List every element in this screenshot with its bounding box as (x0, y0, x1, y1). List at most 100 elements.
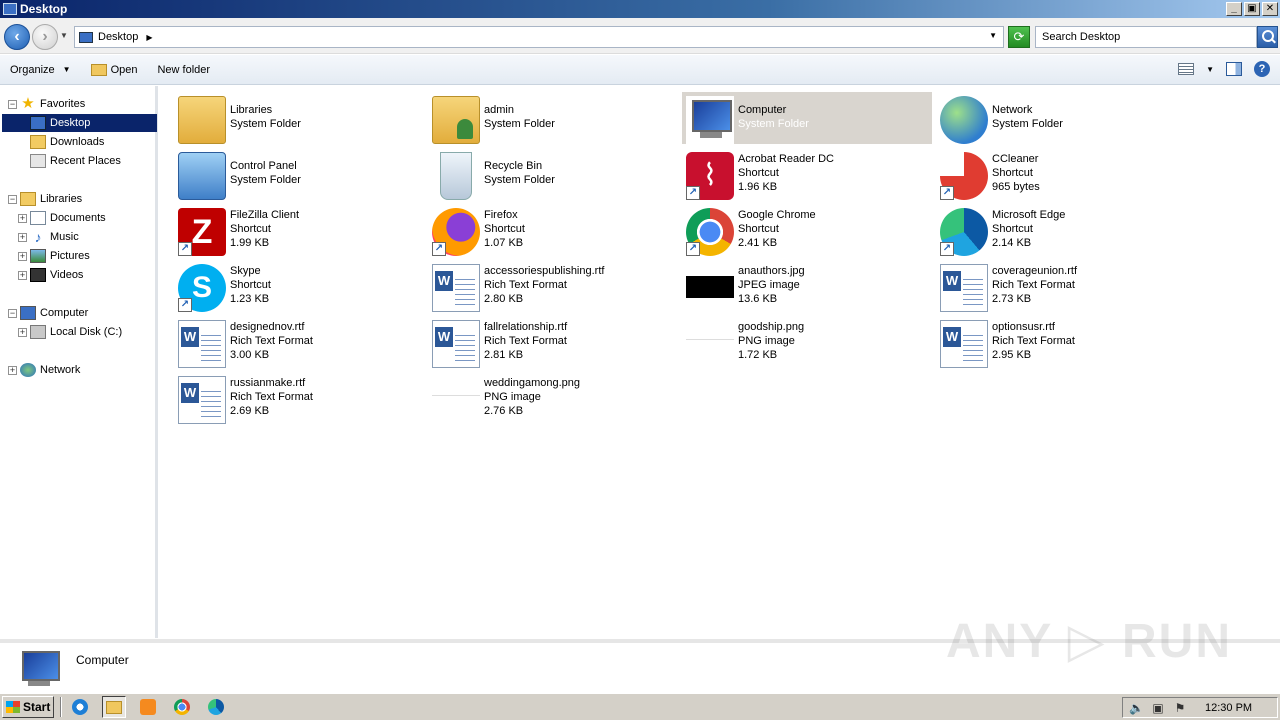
item-name: CCleaner (992, 153, 1039, 165)
list-item[interactable]: weddingamong.png PNG image 2.76 KB (428, 372, 678, 424)
list-item-selected[interactable]: Computer System Folder (682, 92, 932, 144)
help-icon[interactable]: ? (1254, 61, 1270, 77)
nav-local-disk[interactable]: Local Disk (C:) (30, 323, 122, 341)
nav-downloads[interactable]: Downloads (30, 133, 104, 151)
nav-network[interactable]: Network (20, 361, 80, 379)
nav-computer[interactable]: Computer (20, 304, 88, 322)
list-item[interactable]: fallrelationship.rtf Rich Text Format 2.81… (428, 316, 678, 368)
item-name: goodship.png (738, 321, 805, 333)
breadcrumb-desktop[interactable]: Desktop (98, 31, 138, 43)
music-expand-icon[interactable]: + (18, 233, 27, 242)
list-item[interactable]: ↗ Firefox Shortcut 1.07 KB (428, 204, 678, 256)
list-item[interactable]: admin System Folder (428, 92, 678, 144)
item-type: PNG image (738, 335, 795, 347)
shortcut-arrow-icon: ↗ (686, 242, 700, 256)
libraries-collapse-icon[interactable]: − (8, 195, 17, 204)
change-view-icon[interactable] (1178, 63, 1195, 75)
documents-expand-icon[interactable]: + (18, 214, 27, 223)
nav-recent-places-label: Recent Places (50, 155, 121, 167)
organize-button[interactable]: Organize ▼ (0, 55, 81, 85)
action-center-flag-icon[interactable]: ⚑ (1173, 701, 1187, 715)
nav-documents-label: Documents (50, 212, 106, 224)
nav-pictures[interactable]: Pictures (30, 247, 90, 265)
back-button[interactable]: ‹ (4, 24, 30, 50)
videos-expand-icon[interactable]: + (18, 271, 27, 280)
item-type: System Folder (484, 118, 555, 130)
skype-icon: S ↗ (178, 264, 226, 312)
local-disk-expand-icon[interactable]: + (18, 328, 27, 337)
item-type: Shortcut (992, 223, 1033, 235)
computer-icon (20, 306, 36, 320)
recent-pages-dropdown-icon[interactable]: ▼ (60, 31, 68, 40)
list-item[interactable]: coverageunion.rtf Rich Text Format 2.73 KB (936, 260, 1186, 312)
taskbar-explorer[interactable] (102, 696, 126, 718)
taskbar-internet-explorer[interactable] (68, 696, 92, 718)
list-item[interactable]: Recycle Bin System Folder (428, 148, 678, 200)
taskbar-edge[interactable] (204, 696, 228, 718)
refresh-button[interactable]: ⟳ (1008, 26, 1030, 48)
window-title: Desktop (20, 2, 68, 16)
nav-libraries-label: Libraries (40, 193, 83, 205)
item-name: russianmake.rtf (230, 377, 306, 389)
list-item[interactable]: designednov.rtf Rich Text Format 3.00 KB (174, 316, 424, 368)
nav-music[interactable]: ♪ Music (30, 228, 79, 246)
nav-videos[interactable]: Videos (30, 266, 83, 284)
nav-documents[interactable]: Documents (30, 209, 106, 227)
clock[interactable]: 12:30 PM (1205, 702, 1252, 714)
taskbar-chrome[interactable] (170, 696, 194, 718)
list-item[interactable]: Network System Folder (936, 92, 1186, 144)
address-history-dropdown-icon[interactable]: ▼ (989, 31, 997, 40)
list-item[interactable]: S ↗ Skype Shortcut 1.23 KB (174, 260, 424, 312)
preview-pane-icon[interactable] (1226, 62, 1242, 76)
start-button[interactable]: Start (2, 696, 54, 718)
list-item[interactable]: ↗ Acrobat Reader DC Shortcut 1.96 KB (682, 148, 932, 200)
list-item[interactable]: accessoriespublishing.rtf Rich Text Forma… (428, 260, 678, 312)
item-type: System Folder (230, 174, 301, 186)
forward-button[interactable]: › (32, 24, 58, 50)
address-toolbar: ‹ › ▼ Desktop ▶ ▼ ⟳ Search Desktop (0, 18, 1280, 54)
list-item[interactable]: ↗ Google Chrome Shortcut 2.41 KB (682, 204, 932, 256)
maximize-button[interactable]: ▣ (1244, 2, 1260, 16)
item-name: coverageunion.rtf (992, 265, 1077, 277)
view-options-chevron-icon[interactable]: ▼ (1206, 65, 1214, 74)
item-name: Firefox (484, 209, 518, 221)
nav-recent-places[interactable]: Recent Places (30, 152, 121, 170)
item-type: Shortcut (738, 167, 779, 179)
list-item[interactable]: goodship.png PNG image 1.72 KB (682, 316, 932, 368)
close-button[interactable]: ✕ (1262, 2, 1278, 16)
open-button[interactable]: Open (81, 55, 148, 85)
nav-libraries[interactable]: Libraries (20, 190, 82, 208)
internet-explorer-icon (72, 699, 88, 715)
list-item[interactable]: optionsusr.rtf Rich Text Format 2.95 KB (936, 316, 1186, 368)
list-item[interactable]: ↗ Microsoft Edge Shortcut 2.14 KB (936, 204, 1186, 256)
firefox-icon: ↗ (432, 208, 480, 256)
network-expand-icon[interactable]: + (8, 366, 17, 375)
list-item[interactable]: Control Panel System Folder (174, 148, 424, 200)
list-item[interactable]: anauthors.jpg JPEG image 13.6 KB (682, 260, 932, 312)
taskbar-media-player[interactable] (136, 696, 160, 718)
nav-desktop[interactable]: Desktop (2, 114, 157, 132)
search-input[interactable]: Search Desktop (1035, 26, 1257, 48)
network-icon (940, 96, 988, 144)
address-field[interactable]: Desktop ▶ ▼ (74, 26, 1004, 48)
new-folder-button[interactable]: New folder (147, 55, 220, 85)
computer-collapse-icon[interactable]: − (8, 309, 17, 318)
windows-logo-icon (6, 701, 20, 713)
list-item[interactable]: Libraries System Folder (174, 92, 424, 144)
favorites-collapse-icon[interactable]: − (8, 100, 17, 109)
item-name: Recycle Bin (484, 160, 543, 172)
list-item[interactable]: Z ↗ FileZilla Client Shortcut 1.99 KB (174, 204, 424, 256)
minimize-button[interactable]: _ (1226, 2, 1242, 16)
pictures-expand-icon[interactable]: + (18, 252, 27, 261)
volume-icon[interactable]: 🔈 (1129, 701, 1144, 715)
desktop-window-icon (3, 3, 17, 15)
breadcrumb-chevron-icon[interactable]: ▶ (146, 33, 152, 42)
list-item[interactable]: russianmake.rtf Rich Text Format 2.69 KB (174, 372, 424, 424)
item-name: FileZilla Client (230, 209, 300, 221)
nav-favorites[interactable]: ★ Favorites (20, 95, 85, 113)
list-item[interactable]: ↗ CCleaner Shortcut 965 bytes (936, 148, 1186, 200)
window-title-bar[interactable]: Desktop _ ▣ ✕ (0, 0, 1280, 18)
network-status-icon[interactable]: ▣ (1151, 701, 1165, 715)
search-icon[interactable] (1257, 26, 1278, 48)
watermark-logo: ANY ▷ RUN (945, 615, 1232, 668)
